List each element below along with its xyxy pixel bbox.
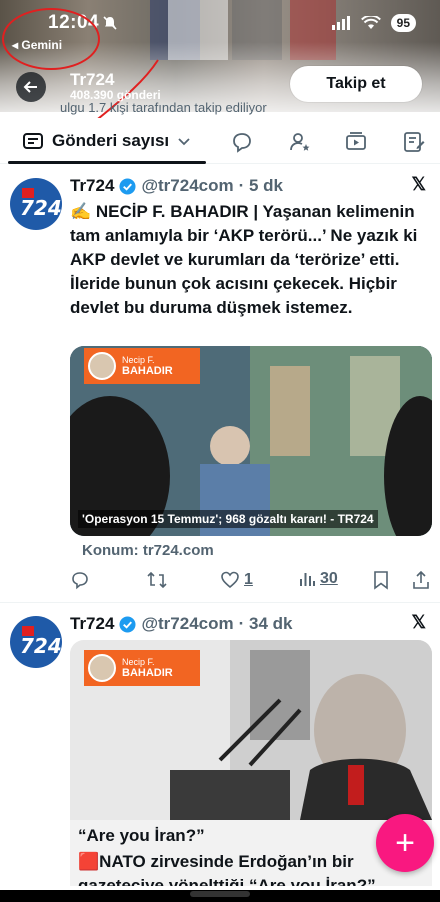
author-badge: Necip F. BAHADIR xyxy=(84,348,200,384)
profile-title: Tr724 xyxy=(70,70,115,89)
share-icon xyxy=(413,570,429,589)
media-caption: 'Operasyon 15 Temmuz'; 968 gözaltı karar… xyxy=(78,510,378,528)
post-count-icon xyxy=(23,133,43,149)
battery-indicator: 95 xyxy=(390,14,416,32)
heart-icon xyxy=(221,571,239,589)
bell-off-icon xyxy=(103,16,117,30)
tweet-text: 🟥NATO zirvesinde Erdoğan’ın bir gazeteci… xyxy=(78,852,376,886)
tweet-header: Tr724 @tr724com · 5 dk xyxy=(70,176,283,196)
share-button[interactable] xyxy=(412,570,430,590)
arrow-left-icon xyxy=(23,81,37,93)
tweet[interactable]: 724 Tr724 @tr724com · 34 dk 𝕏 Necip F. B xyxy=(0,604,440,890)
x-logo-icon: 𝕏 xyxy=(411,612,426,632)
like-button[interactable]: 1 xyxy=(220,570,253,590)
back-button[interactable] xyxy=(16,72,46,102)
compose-button[interactable]: + xyxy=(376,814,434,872)
like-count: 1 xyxy=(244,571,253,588)
badge-surname: BAHADIR xyxy=(122,667,173,679)
tab-posts-label: Gönderi sayısı xyxy=(52,131,170,150)
reply-icon xyxy=(72,572,88,590)
author-badge: Necip F. BAHADIR xyxy=(84,650,200,686)
reply-button[interactable] xyxy=(70,570,90,590)
views-icon xyxy=(300,573,315,586)
tweet-media[interactable]: Necip F. BAHADIR 'Operasyon 15 Temmuz'; … xyxy=(70,346,432,536)
x-logo-icon: 𝕏 xyxy=(411,174,426,194)
repost-icon xyxy=(147,571,167,589)
badge-first-name: Necip F. xyxy=(122,355,155,365)
status-indicators: 95 xyxy=(331,14,416,32)
wifi-icon xyxy=(360,16,381,29)
article-icon[interactable] xyxy=(402,130,426,154)
avatar[interactable]: 724 xyxy=(10,178,62,230)
avatar[interactable]: 724 xyxy=(10,616,62,668)
view-count: 30 xyxy=(320,570,338,587)
repost-button[interactable] xyxy=(146,570,168,590)
author-name[interactable]: Tr724 xyxy=(70,614,114,634)
quote-title: “Are you İran?” xyxy=(78,826,205,845)
tweet-text: ✍️ NECİP F. BAHADIR | Yaşanan kelimenin … xyxy=(70,202,418,317)
chevron-down-icon xyxy=(178,138,190,146)
profile-tabs: Gönderi sayısı xyxy=(0,118,440,164)
author-face xyxy=(88,654,116,682)
bookmark-button[interactable] xyxy=(372,570,390,590)
author-handle: @tr724com xyxy=(141,614,234,633)
signal-icon xyxy=(331,16,350,30)
tab-posts[interactable]: Gönderi sayısı xyxy=(22,130,191,152)
badge-surname: BAHADIR xyxy=(122,365,173,377)
views-button[interactable]: 30 xyxy=(298,570,338,588)
author-name[interactable]: Tr724 xyxy=(70,176,114,196)
home-indicator[interactable] xyxy=(190,891,250,897)
bookmark-icon xyxy=(374,571,388,590)
link-source[interactable]: Konum: tr724.com xyxy=(82,542,214,559)
follow-button[interactable]: Takip et xyxy=(290,66,422,102)
video-icon[interactable] xyxy=(344,130,368,154)
tweet-header: Tr724 @tr724com · 34 dk xyxy=(70,614,292,634)
person-star-icon[interactable] xyxy=(288,130,312,154)
badge-first-name: Necip F. xyxy=(122,657,155,667)
tweet-time: · 5 dk xyxy=(238,176,284,195)
tweet-divider xyxy=(0,602,440,603)
author-face xyxy=(88,352,116,380)
followed-by-text: ulgu 1.7 kişi tarafından takip ediliyor xyxy=(60,100,267,115)
comment-icon[interactable] xyxy=(230,130,254,154)
verified-badge-icon xyxy=(119,177,136,195)
author-handle: @tr724com xyxy=(141,176,234,195)
tweet[interactable]: 724 Tr724 @tr724com · 5 dk 𝕏 ✍️ NECİP F.… xyxy=(0,164,440,600)
tweet-actions: 1 30 xyxy=(70,570,432,594)
tweet-time: · 34 dk xyxy=(238,614,293,633)
verified-badge-icon xyxy=(119,615,136,633)
